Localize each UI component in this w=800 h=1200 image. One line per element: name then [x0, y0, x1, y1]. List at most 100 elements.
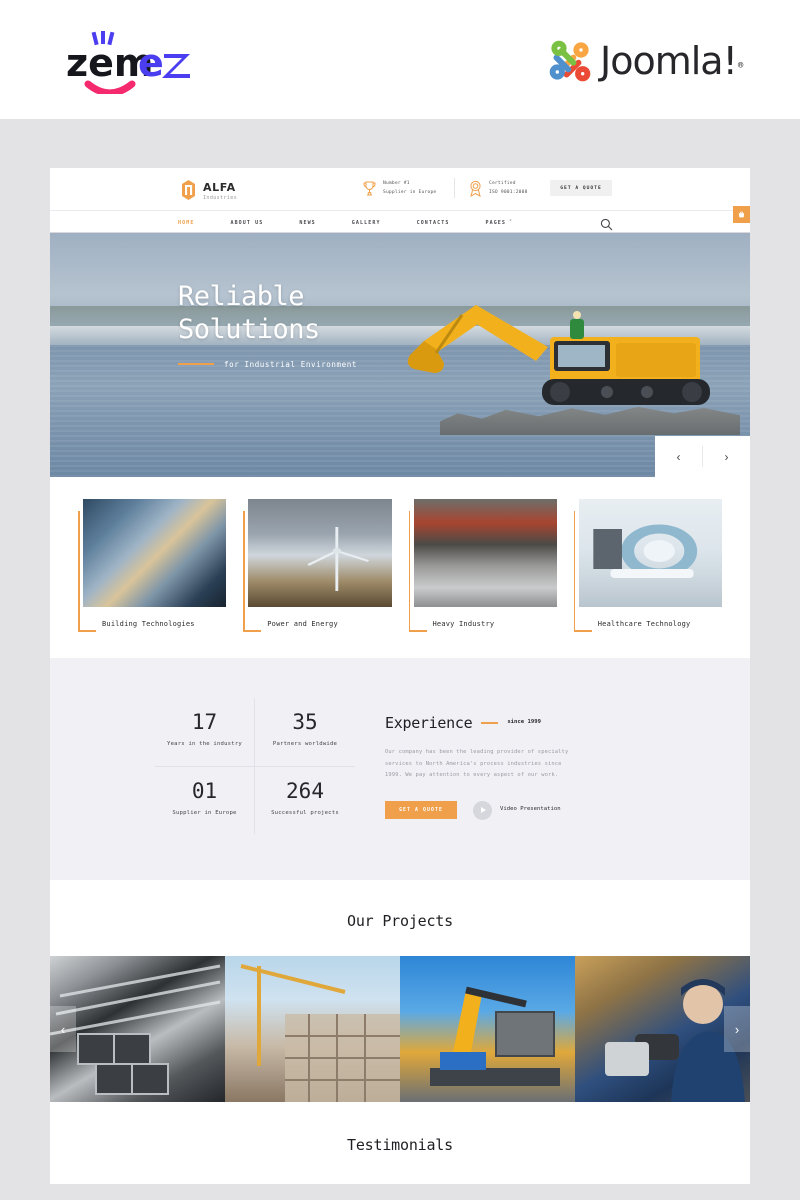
category-label: Healthcare Technology [597, 620, 691, 628]
hero-slider-controls: ‹ › [655, 436, 750, 477]
nav-item-about-us[interactable]: ABOUT US [212, 220, 281, 226]
nav-label: GALLERY [351, 219, 381, 226]
category-label: Heavy Industry [432, 620, 495, 628]
header-info-text: Number #1 Supplier in Europe [383, 180, 436, 196]
alfa-logo-icon [180, 179, 197, 201]
vendor-topbar: zem e Joomla!® [0, 0, 800, 119]
experience-get-a-quote-button[interactable]: GET A QUOTE [385, 801, 457, 820]
nav-item-contacts[interactable]: CONTACTS [399, 220, 468, 226]
chevron-down-icon: ˇ [509, 219, 514, 226]
experience-paragraph: Our company has been the leading provide… [385, 749, 569, 779]
nav-label: ABOUT US [230, 219, 264, 226]
category-image [413, 499, 557, 607]
stat-years-in-the-industry: 17 Years in the industry [155, 698, 255, 767]
stat-partners-worldwide: 35 Partners worldwide [255, 698, 355, 767]
site-preview: ALFA Industries Number #1 Supplier in Eu… [50, 168, 750, 1184]
stat-label: Partners worldwide [272, 741, 338, 747]
award-badge-icon [468, 180, 483, 197]
stat-successful-projects: 264 Successful projects [255, 767, 355, 835]
nav-item-pages[interactable]: PAGES ˇ [467, 220, 531, 226]
nav-item-home[interactable]: HOME [178, 220, 212, 226]
cart-icon [738, 211, 745, 218]
svg-text:e: e [138, 41, 164, 85]
hero-title-line-2: Solutions [178, 313, 320, 345]
category-image [83, 499, 227, 607]
nav-item-gallery[interactable]: GALLERY [334, 220, 399, 226]
accent-bracket-horizontal [243, 630, 262, 632]
projects-carousel: ‹ › [50, 956, 750, 1102]
category-cards: Building Technologies Power and Energy H [50, 477, 750, 658]
projects-prev-button[interactable]: ‹ [50, 1006, 76, 1052]
accent-bracket-horizontal [408, 630, 427, 632]
projects-next-button[interactable]: › [724, 1006, 750, 1052]
experience-title: Experience [385, 714, 473, 732]
project-thumbnail[interactable] [225, 956, 400, 1102]
stat-label: Successful projects [271, 809, 339, 816]
projects-title: Our Projects [347, 912, 453, 930]
testimonials-section: Testimonials [50, 1102, 750, 1184]
category-card-building-technologies[interactable]: Building Technologies [78, 499, 227, 632]
video-presentation-label: Video Presentation [500, 806, 561, 813]
category-card-healthcare-technology[interactable]: Healthcare Technology [573, 499, 722, 632]
project-thumbnail[interactable] [400, 956, 575, 1102]
stat-number: 35 [292, 710, 318, 734]
search-icon[interactable] [600, 216, 613, 231]
preview-canvas: ALFA Industries Number #1 Supplier in Eu… [0, 127, 800, 1200]
project-thumbnail[interactable] [50, 956, 225, 1102]
experience-text-block: Experience since 1999 Our company has be… [385, 698, 645, 834]
site-logo[interactable]: ALFA Industries [180, 178, 237, 201]
nav-label: PAGES [485, 219, 507, 226]
info-line-2: ISO 9001:2008 [489, 189, 528, 195]
stat-number: 01 [191, 778, 218, 803]
category-image [248, 499, 392, 607]
zemez-logo[interactable]: zem e [48, 28, 208, 97]
stat-label: Supplier in Europe [172, 809, 237, 816]
nav-label: HOME [178, 219, 195, 226]
trophy-icon [362, 180, 377, 197]
accent-bracket-vertical [78, 511, 80, 631]
header-divider [454, 178, 455, 198]
joomla-logo[interactable]: Joomla!® [548, 33, 748, 89]
hero-title: Reliable Solutions [178, 281, 357, 347]
stat-number: 264 [286, 778, 324, 803]
accent-bracket-horizontal [573, 630, 592, 632]
header-info-certified: Certified ISO 9001:2008 [468, 180, 528, 197]
side-cart-tab-button[interactable] [733, 206, 750, 223]
stat-number: 17 [191, 710, 218, 734]
site-header: ALFA Industries Number #1 Supplier in Eu… [50, 168, 750, 210]
video-presentation-button[interactable]: Video Presentation [473, 800, 561, 820]
header-info-text: Certified ISO 9001:2008 [489, 180, 528, 196]
stats-grid: 17 Years in the industry 35 Partners wor… [155, 698, 355, 834]
category-card-power-and-energy[interactable]: Power and Energy [243, 499, 392, 632]
hero-text-block: Reliable Solutions for Industrial Enviro… [178, 281, 357, 369]
info-line-1: Certified [489, 181, 516, 187]
accent-bracket-vertical [573, 511, 576, 631]
accent-bracket-horizontal [78, 630, 96, 632]
testimonials-title: Testimonials [347, 1136, 453, 1154]
nav-links: HOME ABOUT US NEWS GALLERY CONTACTS PAGE… [178, 211, 531, 234]
info-line-1: Number #1 [383, 181, 410, 187]
brand-subtitle: Industries [203, 195, 238, 201]
header-get-a-quote-button[interactable]: GET A QUOTE [550, 180, 612, 196]
experience-since-label: since 1999 [507, 719, 541, 726]
category-card-heavy-industry[interactable]: Heavy Industry [408, 499, 557, 632]
registered-mark: ® [737, 60, 744, 71]
header-info-number-one: Number #1 Supplier in Europe [362, 180, 436, 197]
stat-supplier-in-europe: 01 Supplier in Europe [155, 766, 255, 834]
hero-next-button[interactable]: › [703, 436, 750, 477]
hero-accent-dash [178, 363, 214, 366]
brand-name: ALFA [203, 181, 236, 194]
hero-excavator-image [407, 305, 710, 405]
main-navigation-bar: HOME ABOUT US NEWS GALLERY CONTACTS PAGE… [50, 210, 750, 233]
play-icon [473, 800, 492, 820]
category-label: Building Technologies [102, 620, 195, 628]
hero-prev-button[interactable]: ‹ [655, 436, 702, 477]
nav-item-news[interactable]: NEWS [281, 220, 333, 226]
hero-slider: Reliable Solutions for Industrial Enviro… [50, 233, 750, 477]
hero-subtitle: for Industrial Environment [224, 359, 357, 369]
accent-bracket-vertical [243, 511, 245, 631]
hero-title-line-1: Reliable [178, 281, 305, 312]
joomla-mark-icon [549, 40, 591, 82]
nav-label: NEWS [299, 219, 316, 226]
experience-section: 17 Years in the industry 35 Partners wor… [50, 658, 750, 880]
